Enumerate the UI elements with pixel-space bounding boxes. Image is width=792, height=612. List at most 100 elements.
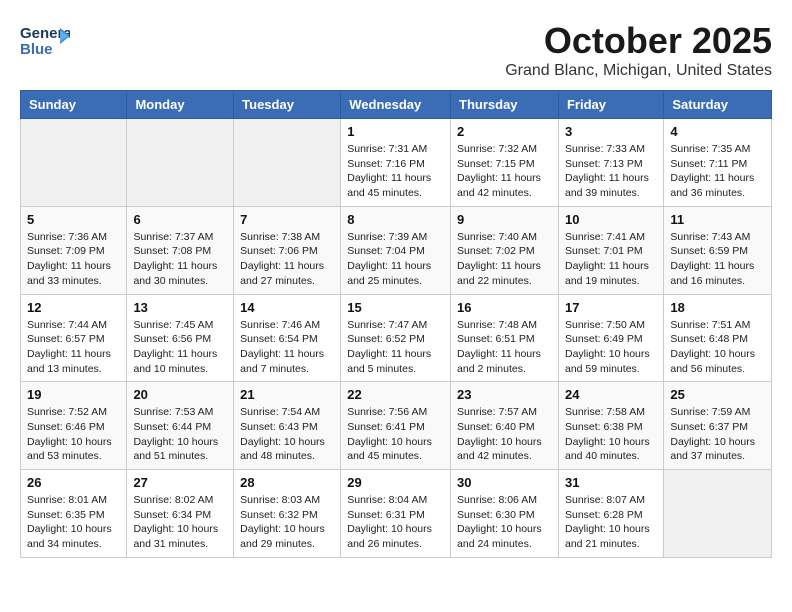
calendar-cell: [234, 119, 341, 207]
day-number: 2: [457, 124, 552, 139]
calendar-cell: 4Sunrise: 7:35 AM Sunset: 7:11 PM Daylig…: [664, 119, 772, 207]
day-number: 31: [565, 475, 657, 490]
weekday-header: Tuesday: [234, 91, 341, 119]
svg-text:Blue: Blue: [20, 41, 53, 58]
day-number: 5: [27, 212, 120, 227]
day-number: 30: [457, 475, 552, 490]
day-number: 17: [565, 300, 657, 315]
day-number: 9: [457, 212, 552, 227]
calendar-cell: [664, 470, 772, 558]
day-number: 27: [133, 475, 227, 490]
calendar-cell: 26 Sunrise: 8:01 AM Sunset: 6:35 PM Dayli…: [21, 470, 127, 558]
calendar-cell: 30Sunrise: 8:06 AM Sunset: 6:30 PM Dayli…: [451, 470, 559, 558]
day-info: Sunrise: 8:04 AM Sunset: 6:31 PM Dayligh…: [347, 493, 444, 552]
day-info: Sunrise: 7:39 AM Sunset: 7:04 PM Dayligh…: [347, 230, 444, 289]
calendar-cell: [127, 119, 234, 207]
day-number: 29: [347, 475, 444, 490]
calendar-cell: 19 Sunrise: 7:52 AM Sunset: 6:46 PM Dayli…: [21, 382, 127, 470]
calendar-cell: 1Sunrise: 7:31 AM Sunset: 7:16 PM Daylig…: [341, 119, 451, 207]
calendar-cell: 2 Sunrise: 7:32 AM Sunset: 7:15 PM Daylig…: [451, 119, 559, 207]
calendar-cell: 22Sunrise: 7:56 AM Sunset: 6:41 PM Dayli…: [341, 382, 451, 470]
day-number: 22: [347, 387, 444, 402]
day-info: Sunrise: 7:53 AM Sunset: 6:44 PM Dayligh…: [133, 405, 227, 464]
day-number: 25: [670, 387, 765, 402]
day-info: Sunrise: 7:35 AM Sunset: 7:11 PM Dayligh…: [670, 142, 765, 201]
day-info: Sunrise: 7:41 AM Sunset: 7:01 PM Dayligh…: [565, 230, 657, 289]
day-number: 12: [27, 300, 120, 315]
day-info: Sunrise: 7:31 AM Sunset: 7:16 PM Dayligh…: [347, 142, 444, 201]
weekday-header: Thursday: [451, 91, 559, 119]
day-info: Sunrise: 7:36 AM Sunset: 7:09 PM Dayligh…: [27, 230, 120, 289]
day-info: Sunrise: 7:43 AM Sunset: 6:59 PM Dayligh…: [670, 230, 765, 289]
day-info: Sunrise: 8:07 AM Sunset: 6:28 PM Dayligh…: [565, 493, 657, 552]
calendar-cell: 23 Sunrise: 7:57 AM Sunset: 6:40 PM Dayli…: [451, 382, 559, 470]
day-info: Sunrise: 7:54 AM Sunset: 6:43 PM Dayligh…: [240, 405, 334, 464]
day-info: Sunrise: 7:44 AM Sunset: 6:57 PM Dayligh…: [27, 318, 120, 377]
calendar-cell: 31 Sunrise: 8:07 AM Sunset: 6:28 PM Dayli…: [558, 470, 663, 558]
calendar-cell: 6 Sunrise: 7:37 AM Sunset: 7:08 PM Daylig…: [127, 206, 234, 294]
weekday-header: Monday: [127, 91, 234, 119]
day-info: Sunrise: 7:46 AM Sunset: 6:54 PM Dayligh…: [240, 318, 334, 377]
logo-icon: General Blue: [20, 20, 70, 62]
day-number: 18: [670, 300, 765, 315]
day-number: 16: [457, 300, 552, 315]
day-info: Sunrise: 7:59 AM Sunset: 6:37 PM Dayligh…: [670, 405, 765, 464]
calendar-cell: 29 Sunrise: 8:04 AM Sunset: 6:31 PM Dayli…: [341, 470, 451, 558]
calendar-cell: 16 Sunrise: 7:48 AM Sunset: 6:51 PM Dayli…: [451, 294, 559, 382]
calendar-cell: 13Sunrise: 7:45 AM Sunset: 6:56 PM Dayli…: [127, 294, 234, 382]
calendar-cell: 10 Sunrise: 7:41 AM Sunset: 7:01 PM Dayli…: [558, 206, 663, 294]
calendar-cell: 12 Sunrise: 7:44 AM Sunset: 6:57 PM Dayli…: [21, 294, 127, 382]
calendar-cell: 25 Sunrise: 7:59 AM Sunset: 6:37 PM Dayli…: [664, 382, 772, 470]
day-info: Sunrise: 7:33 AM Sunset: 7:13 PM Dayligh…: [565, 142, 657, 201]
calendar-cell: 27 Sunrise: 8:02 AM Sunset: 6:34 PM Dayli…: [127, 470, 234, 558]
day-info: Sunrise: 7:47 AM Sunset: 6:52 PM Dayligh…: [347, 318, 444, 377]
day-info: Sunrise: 8:02 AM Sunset: 6:34 PM Dayligh…: [133, 493, 227, 552]
calendar-week-row: 19 Sunrise: 7:52 AM Sunset: 6:46 PM Dayli…: [21, 382, 772, 470]
calendar-cell: 15Sunrise: 7:47 AM Sunset: 6:52 PM Dayli…: [341, 294, 451, 382]
day-info: Sunrise: 7:37 AM Sunset: 7:08 PM Dayligh…: [133, 230, 227, 289]
day-info: Sunrise: 8:01 AM Sunset: 6:35 PM Dayligh…: [27, 493, 120, 552]
day-number: 23: [457, 387, 552, 402]
day-info: Sunrise: 7:40 AM Sunset: 7:02 PM Dayligh…: [457, 230, 552, 289]
day-number: 26: [27, 475, 120, 490]
calendar-week-row: 26 Sunrise: 8:01 AM Sunset: 6:35 PM Dayli…: [21, 470, 772, 558]
day-info: Sunrise: 7:48 AM Sunset: 6:51 PM Dayligh…: [457, 318, 552, 377]
logo: General Blue: [20, 20, 70, 67]
calendar-cell: 11 Sunrise: 7:43 AM Sunset: 6:59 PM Dayli…: [664, 206, 772, 294]
day-info: Sunrise: 7:51 AM Sunset: 6:48 PM Dayligh…: [670, 318, 765, 377]
calendar-cell: 8Sunrise: 7:39 AM Sunset: 7:04 PM Daylig…: [341, 206, 451, 294]
calendar-cell: 7 Sunrise: 7:38 AM Sunset: 7:06 PM Daylig…: [234, 206, 341, 294]
calendar-cell: 18 Sunrise: 7:51 AM Sunset: 6:48 PM Dayli…: [664, 294, 772, 382]
day-number: 11: [670, 212, 765, 227]
calendar-cell: 3 Sunrise: 7:33 AM Sunset: 7:13 PM Daylig…: [558, 119, 663, 207]
calendar-cell: 14 Sunrise: 7:46 AM Sunset: 6:54 PM Dayli…: [234, 294, 341, 382]
month-title: October 2025: [505, 20, 772, 62]
day-number: 19: [27, 387, 120, 402]
day-info: Sunrise: 8:03 AM Sunset: 6:32 PM Dayligh…: [240, 493, 334, 552]
day-number: 20: [133, 387, 227, 402]
day-info: Sunrise: 7:32 AM Sunset: 7:15 PM Dayligh…: [457, 142, 552, 201]
day-info: Sunrise: 7:58 AM Sunset: 6:38 PM Dayligh…: [565, 405, 657, 464]
day-info: Sunrise: 7:45 AM Sunset: 6:56 PM Dayligh…: [133, 318, 227, 377]
day-info: Sunrise: 7:52 AM Sunset: 6:46 PM Dayligh…: [27, 405, 120, 464]
weekday-header: Saturday: [664, 91, 772, 119]
day-info: Sunrise: 7:57 AM Sunset: 6:40 PM Dayligh…: [457, 405, 552, 464]
calendar-cell: 20 Sunrise: 7:53 AM Sunset: 6:44 PM Dayli…: [127, 382, 234, 470]
weekday-header: Wednesday: [341, 91, 451, 119]
calendar-week-row: 12 Sunrise: 7:44 AM Sunset: 6:57 PM Dayli…: [21, 294, 772, 382]
day-number: 3: [565, 124, 657, 139]
calendar-cell: 28 Sunrise: 8:03 AM Sunset: 6:32 PM Dayli…: [234, 470, 341, 558]
day-number: 6: [133, 212, 227, 227]
calendar-week-row: 5 Sunrise: 7:36 AM Sunset: 7:09 PM Daylig…: [21, 206, 772, 294]
day-number: 14: [240, 300, 334, 315]
calendar-cell: [21, 119, 127, 207]
day-info: Sunrise: 7:38 AM Sunset: 7:06 PM Dayligh…: [240, 230, 334, 289]
page-header: General Blue October 2025 Grand Blanc, M…: [20, 20, 772, 80]
day-number: 10: [565, 212, 657, 227]
calendar-cell: 17Sunrise: 7:50 AM Sunset: 6:49 PM Dayli…: [558, 294, 663, 382]
title-section: October 2025 Grand Blanc, Michigan, Unit…: [505, 20, 772, 80]
day-number: 7: [240, 212, 334, 227]
day-number: 24: [565, 387, 657, 402]
day-number: 28: [240, 475, 334, 490]
calendar-week-row: 1Sunrise: 7:31 AM Sunset: 7:16 PM Daylig…: [21, 119, 772, 207]
